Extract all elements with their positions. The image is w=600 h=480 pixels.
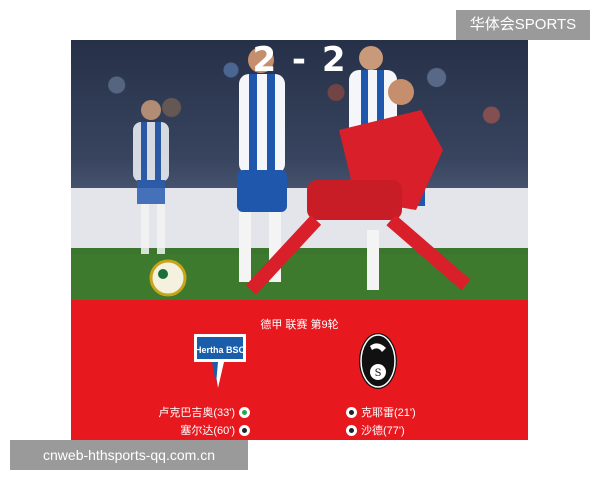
football-icon	[239, 406, 250, 418]
watermark-bottom: cnweb-hthsports-qq.com.cn	[10, 440, 248, 470]
football	[149, 259, 187, 297]
football-icon	[239, 424, 250, 436]
player-center	[237, 47, 287, 282]
away-scorer-1-label: 克耶雷(21')	[361, 407, 416, 419]
home-scorer-1: 卢克巴吉奥(33')	[158, 404, 250, 420]
away-scorer-2: 沙德(77')	[346, 422, 405, 438]
away-scorer-1: 克耶雷(21')	[346, 404, 416, 420]
watermark-top: 华体会SPORTS	[456, 10, 590, 40]
sc-freiburg-crest: S	[359, 333, 397, 389]
league-round: 德甲 联赛 第9轮	[260, 319, 339, 331]
svg-text:S: S	[375, 368, 382, 379]
scoreboard: 德甲 联赛 第9轮	[71, 300, 528, 440]
hertha-crest-text: Hertha BSC	[195, 345, 246, 355]
home-scorer-2-label: 塞尔达(60')	[180, 425, 235, 437]
home-scorer-2: 塞尔达(60')	[180, 422, 250, 438]
hertha-bsc-crest: Hertha BSC	[194, 334, 246, 388]
football-icon	[346, 424, 357, 436]
player-left	[133, 100, 169, 254]
football-icon	[346, 406, 357, 418]
match-score: 2 - 2	[252, 40, 348, 80]
home-scorer-1-label: 卢克巴吉奥(33')	[158, 407, 235, 419]
away-scorer-2-label: 沙德(77')	[361, 425, 405, 437]
